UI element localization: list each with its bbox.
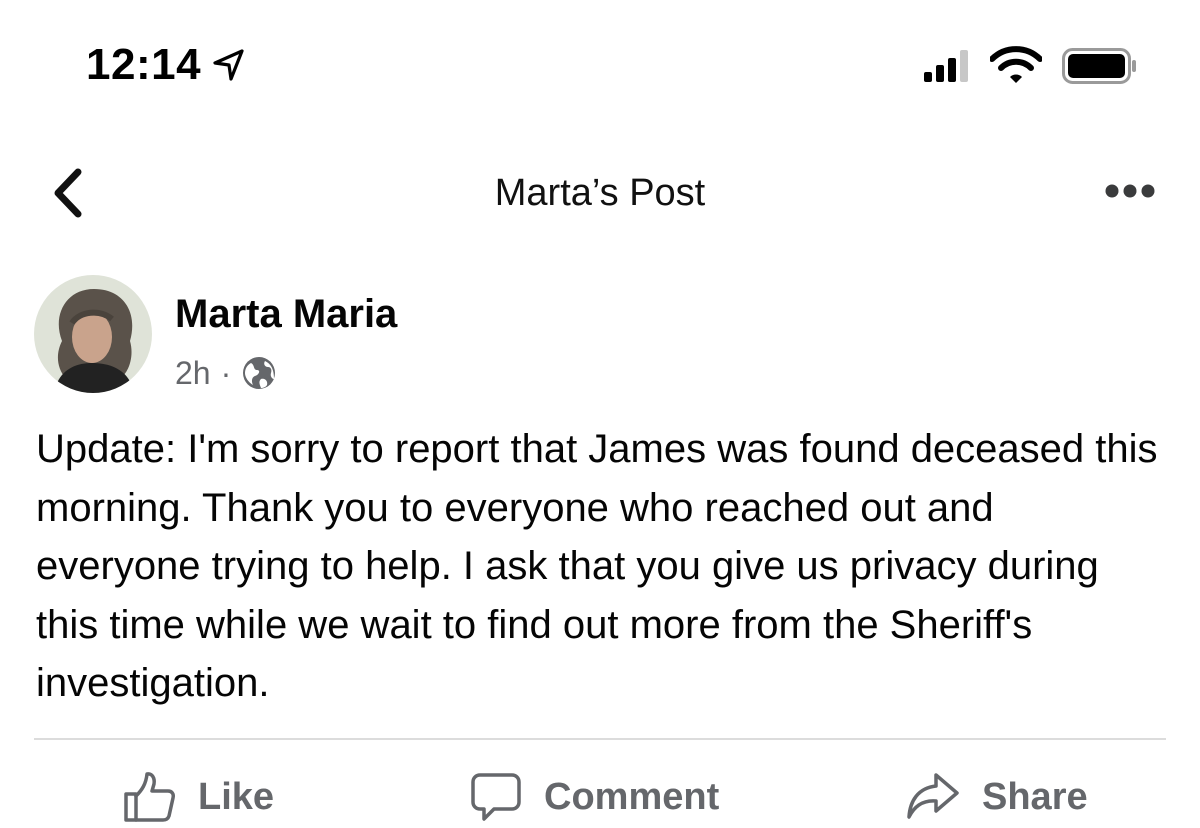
divider: [34, 738, 1166, 740]
avatar[interactable]: [34, 275, 152, 393]
thumbs-up-icon: [124, 772, 175, 822]
status-bar: 12:14: [0, 0, 1200, 130]
post-body-text: Update: I'm sorry to report that James w…: [36, 427, 1158, 705]
more-horizontal-icon: [1105, 184, 1155, 198]
more-options-button[interactable]: [1100, 178, 1160, 204]
location-arrow-icon: [213, 49, 244, 81]
like-label: Like: [198, 775, 275, 818]
author-name[interactable]: Marta Maria: [175, 292, 397, 337]
post-meta: 2h ·: [175, 353, 277, 393]
share-label: Share: [982, 775, 1088, 818]
meta-separator: ·: [220, 354, 232, 391]
cellular-signal-icon: [924, 50, 968, 82]
page-title: Marta’s Post: [494, 172, 706, 214]
profile-photo: [34, 275, 152, 393]
battery-icon: [1062, 48, 1136, 84]
like-button[interactable]: Like: [122, 766, 274, 828]
nav-header: Marta’s Post: [0, 150, 1200, 240]
post-timestamp[interactable]: 2h: [175, 355, 211, 392]
share-button[interactable]: Share: [906, 766, 1088, 828]
share-arrow-icon: [907, 773, 959, 819]
globe-icon[interactable]: [241, 355, 277, 391]
wifi-icon: [990, 46, 1042, 83]
status-time: 12:14: [86, 40, 202, 89]
comment-bubble-icon: [471, 773, 521, 821]
comment-label: Comment: [544, 775, 720, 818]
comment-button[interactable]: Comment: [470, 766, 719, 828]
